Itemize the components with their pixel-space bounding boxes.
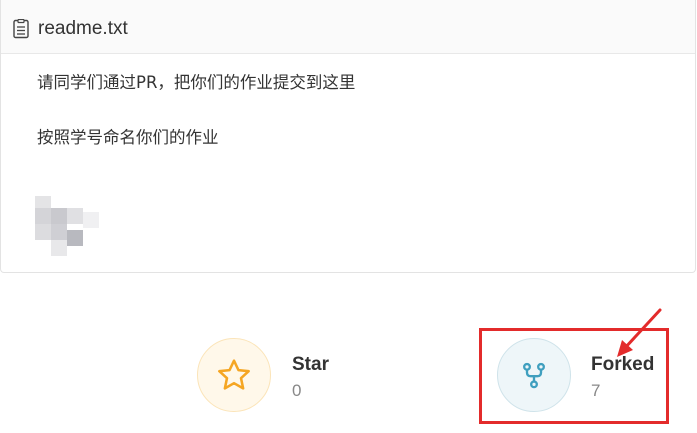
annotation-arrow [617,308,662,357]
star-button[interactable] [197,338,271,412]
star-count: 0 [292,381,302,400]
readme-line: 按照学号命名你们的作业 [37,128,219,147]
star-label[interactable]: Star [292,354,329,376]
readme-card: readme.txt 请同学们通过PR，把你们的作业提交到这里 按照学号命名你们… [0,0,696,273]
file-text-icon [13,19,29,39]
readme-file-name[interactable]: readme.txt [38,18,128,40]
readme-body: 请同学们通过PR，把你们的作业提交到这里 按照学号命名你们的作业 [37,70,675,180]
readme-header: readme.txt [1,0,695,54]
readme-line: 请同学们通过PR，把你们的作业提交到这里 [37,73,356,92]
pixelated-image [27,196,107,260]
star-icon [218,359,250,390]
